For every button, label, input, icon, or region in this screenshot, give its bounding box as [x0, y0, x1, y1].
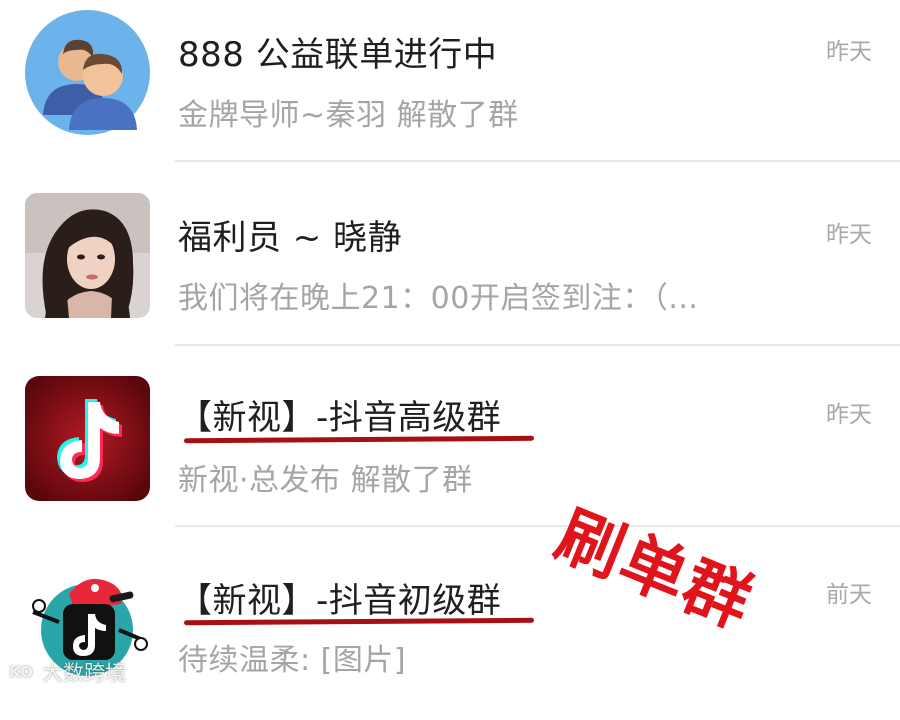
chat-title: 【新视】-抖音高级群: [178, 398, 502, 438]
chat-title: 888 公益联单进行中: [178, 35, 498, 75]
chat-time: 昨天: [826, 39, 872, 65]
chat-preview: 我们将在晚上21：00开启签到注：（...: [178, 281, 699, 316]
chat-preview: 金牌导师~秦羽 解散了群: [178, 98, 519, 133]
divider: [175, 160, 900, 162]
chat-list: 888 公益联单进行中 金牌导师~秦羽 解散了群 昨天 福利员 ~ 晓静 我们将…: [0, 0, 900, 691]
chat-preview: 待续温柔: [图片]: [178, 643, 407, 678]
chat-title: 【新视】-抖音初级群: [178, 581, 502, 621]
watermark-text: 大数跨境: [42, 661, 126, 685]
chat-item-fuliyuan[interactable]: 福利员 ~ 晓静 我们将在晚上21：00开启签到注：（... 昨天: [0, 180, 900, 360]
chat-time: 昨天: [826, 222, 872, 248]
chat-time: 昨天: [826, 402, 872, 428]
group-users-icon: [25, 10, 150, 135]
chat-title: 福利员 ~ 晓静: [178, 218, 403, 258]
chat-preview: 新视·总发布 解散了群: [178, 463, 473, 498]
tiktok-logo-icon: [25, 376, 150, 501]
divider: [175, 525, 900, 527]
user-photo-avatar: [25, 193, 150, 318]
divider: [175, 344, 900, 346]
chat-time: 前天: [826, 582, 872, 608]
chat-item-gongyi[interactable]: 888 公益联单进行中 金牌导师~秦羽 解散了群 昨天: [0, 0, 900, 180]
watermark: KO 大数跨境: [6, 657, 126, 687]
chat-item-douyin-senior[interactable]: 【新视】-抖音高级群 新视·总发布 解散了群 昨天: [0, 360, 900, 540]
watermark-logo-icon: KO: [6, 657, 36, 687]
